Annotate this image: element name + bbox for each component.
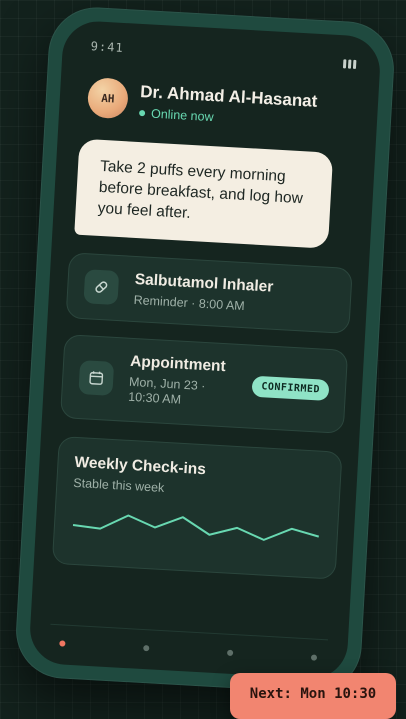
appointment-title: Appointment — [130, 353, 226, 376]
medication-card[interactable]: Salbutamol Inhaler Reminder · 8:00 AM — [66, 252, 353, 334]
avatar-initials: AH — [101, 91, 115, 105]
phone-frame: 9:41 AH Dr. Ahmad Al-Hasanat Online now … — [14, 5, 397, 695]
pill-icon — [83, 269, 119, 305]
chart-title: Weekly Check-ins — [74, 454, 206, 479]
checkin-sparkline — [68, 498, 324, 562]
status-time: 9:41 — [90, 39, 124, 55]
next-appointment-pill[interactable]: Next: Mon 10:30 — [230, 673, 396, 719]
status-badge: CONFIRMED — [252, 376, 330, 401]
medication-title: Salbutamol Inhaler — [134, 271, 273, 297]
online-status: Online now — [139, 106, 214, 124]
appointment-card[interactable]: Appointment Mon, Jun 23 · 10:30 AM CONFI… — [60, 334, 348, 434]
online-dot-icon — [139, 110, 145, 116]
nav-dot-1[interactable] — [59, 640, 65, 646]
checkin-card[interactable]: Weekly Check-ins Stable this week — [52, 436, 343, 580]
avatar[interactable]: AH — [87, 77, 129, 119]
battery-icon — [343, 59, 356, 69]
message-bubble: Take 2 puffs every morning before breakf… — [74, 139, 333, 249]
calendar-icon — [78, 360, 114, 396]
bottom-nav — [59, 640, 317, 660]
phone-screen: 9:41 AH Dr. Ahmad Al-Hasanat Online now … — [28, 20, 381, 681]
checkin-series-line — [73, 511, 320, 543]
appointment-datetime: Mon, Jun 23 · 10:30 AM — [128, 375, 238, 411]
chart-subtitle: Stable this week — [73, 476, 165, 495]
nav-dot-2[interactable] — [143, 645, 149, 651]
medication-reminder: Reminder · 8:00 AM — [133, 293, 245, 314]
nav-divider — [50, 624, 328, 641]
nav-dot-3[interactable] — [227, 650, 233, 656]
nav-dot-4[interactable] — [311, 654, 317, 660]
online-status-label: Online now — [151, 107, 214, 124]
